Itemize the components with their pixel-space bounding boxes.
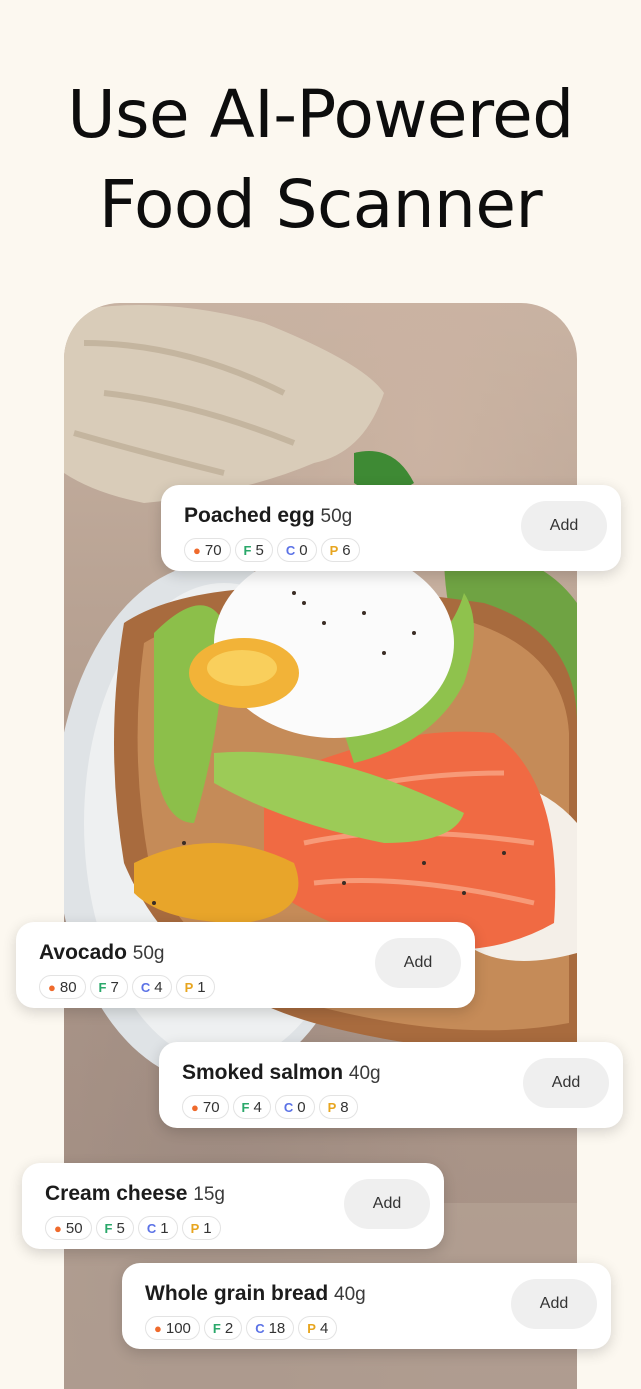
fat-chip: F2 — [203, 1316, 243, 1340]
protein-chip: P4 — [298, 1316, 338, 1340]
carbs-label: C — [140, 979, 151, 995]
calories-value: 70 — [204, 541, 222, 559]
fire-icon: ● — [54, 1220, 62, 1236]
fire-icon: ● — [48, 979, 56, 995]
protein-label: P — [307, 1320, 316, 1336]
calories-value: 70 — [202, 1098, 220, 1116]
carbs-value: 0 — [297, 1098, 306, 1116]
carbs-chip: C 18 — [246, 1316, 295, 1340]
add-button[interactable]: Add — [375, 938, 461, 988]
fat-value: 4 — [253, 1098, 262, 1116]
calories-value: 100 — [165, 1319, 191, 1337]
fire-icon: ● — [191, 1099, 199, 1115]
protein-value: 6 — [342, 541, 351, 559]
protein-label: P — [184, 979, 194, 995]
fire-icon: ● — [193, 542, 201, 558]
food-name: Smoked salmon — [182, 1061, 344, 1084]
protein-label: P — [190, 1220, 200, 1236]
fat-label: F — [212, 1320, 221, 1336]
carbs-label: C — [255, 1320, 265, 1336]
fire-icon: ● — [154, 1320, 162, 1336]
carbs-value: 4 — [154, 978, 163, 996]
add-button[interactable]: Add — [344, 1179, 430, 1229]
carbs-value: 0 — [299, 541, 308, 559]
calories-chip: ● 70 — [184, 538, 231, 562]
food-card-cream-cheese: Cream cheese 15g ● 50 F5 C1 P1 Add — [22, 1163, 444, 1249]
carbs-value: 18 — [268, 1319, 286, 1337]
calories-chip: ● 80 — [39, 975, 86, 999]
food-weight: 50g — [132, 943, 165, 964]
fat-label: F — [243, 542, 252, 558]
carbs-chip: C0 — [274, 1095, 315, 1119]
carbs-label: C — [285, 542, 296, 558]
fat-label: F — [241, 1099, 250, 1115]
fat-label: F — [104, 1220, 113, 1236]
protein-chip: P1 — [181, 1216, 221, 1240]
calories-chip: ● 50 — [45, 1216, 92, 1240]
food-card-poached-egg: Poached egg 50g ● 70 F5 C0 P6 Add — [161, 485, 621, 571]
headline: Use AI-Powered Food Scanner — [0, 70, 641, 250]
calories-chip: ● 100 — [145, 1316, 200, 1340]
carbs-value: 1 — [160, 1219, 169, 1237]
food-card-smoked-salmon: Smoked salmon 40g ● 70 F4 C0 P8 Add — [159, 1042, 623, 1128]
food-weight: 40g — [334, 1284, 366, 1305]
carbs-chip: C4 — [131, 975, 172, 999]
food-weight: 50g — [320, 506, 353, 527]
food-name: Whole grain bread — [145, 1282, 329, 1305]
food-name: Avocado — [39, 941, 127, 964]
headline-line-2: Food Scanner — [98, 166, 543, 243]
protein-value: 4 — [319, 1319, 329, 1337]
protein-chip: P6 — [320, 538, 360, 562]
carbs-label: C — [146, 1220, 157, 1236]
add-button[interactable]: Add — [521, 501, 607, 551]
protein-chip: P1 — [175, 975, 215, 999]
food-weight: 40g — [348, 1063, 381, 1084]
add-button[interactable]: Add — [523, 1058, 609, 1108]
add-button[interactable]: Add — [511, 1279, 597, 1329]
fat-label: F — [98, 979, 107, 995]
food-weight: 15g — [193, 1184, 225, 1205]
protein-label: P — [329, 542, 339, 558]
food-name: Poached egg — [184, 504, 315, 527]
protein-label: P — [327, 1099, 337, 1115]
protein-value: 1 — [197, 978, 206, 996]
food-card-whole-grain-bread: Whole grain bread 40g ● 100 F2 C 18 P4 Add — [122, 1263, 611, 1349]
headline-line-1: Use AI-Powered — [67, 76, 574, 153]
fat-value: 5 — [255, 541, 264, 559]
fat-chip: F5 — [234, 538, 273, 562]
fat-value: 7 — [110, 978, 119, 996]
fat-chip: F4 — [232, 1095, 271, 1119]
protein-chip: P8 — [318, 1095, 358, 1119]
fat-value: 5 — [116, 1219, 125, 1237]
calories-chip: ● 70 — [182, 1095, 229, 1119]
protein-value: 8 — [340, 1098, 349, 1116]
protein-value: 1 — [203, 1219, 212, 1237]
fat-chip: F7 — [89, 975, 128, 999]
food-name: Cream cheese — [45, 1182, 188, 1205]
fat-value: 2 — [224, 1319, 234, 1337]
calories-value: 80 — [59, 978, 77, 996]
calories-value: 50 — [65, 1219, 83, 1237]
carbs-chip: C1 — [137, 1216, 178, 1240]
fat-chip: F5 — [95, 1216, 134, 1240]
carbs-chip: C0 — [276, 538, 317, 562]
carbs-label: C — [283, 1099, 294, 1115]
food-card-avocado: Avocado 50g ● 80 F7 C4 P1 Add — [16, 922, 475, 1008]
